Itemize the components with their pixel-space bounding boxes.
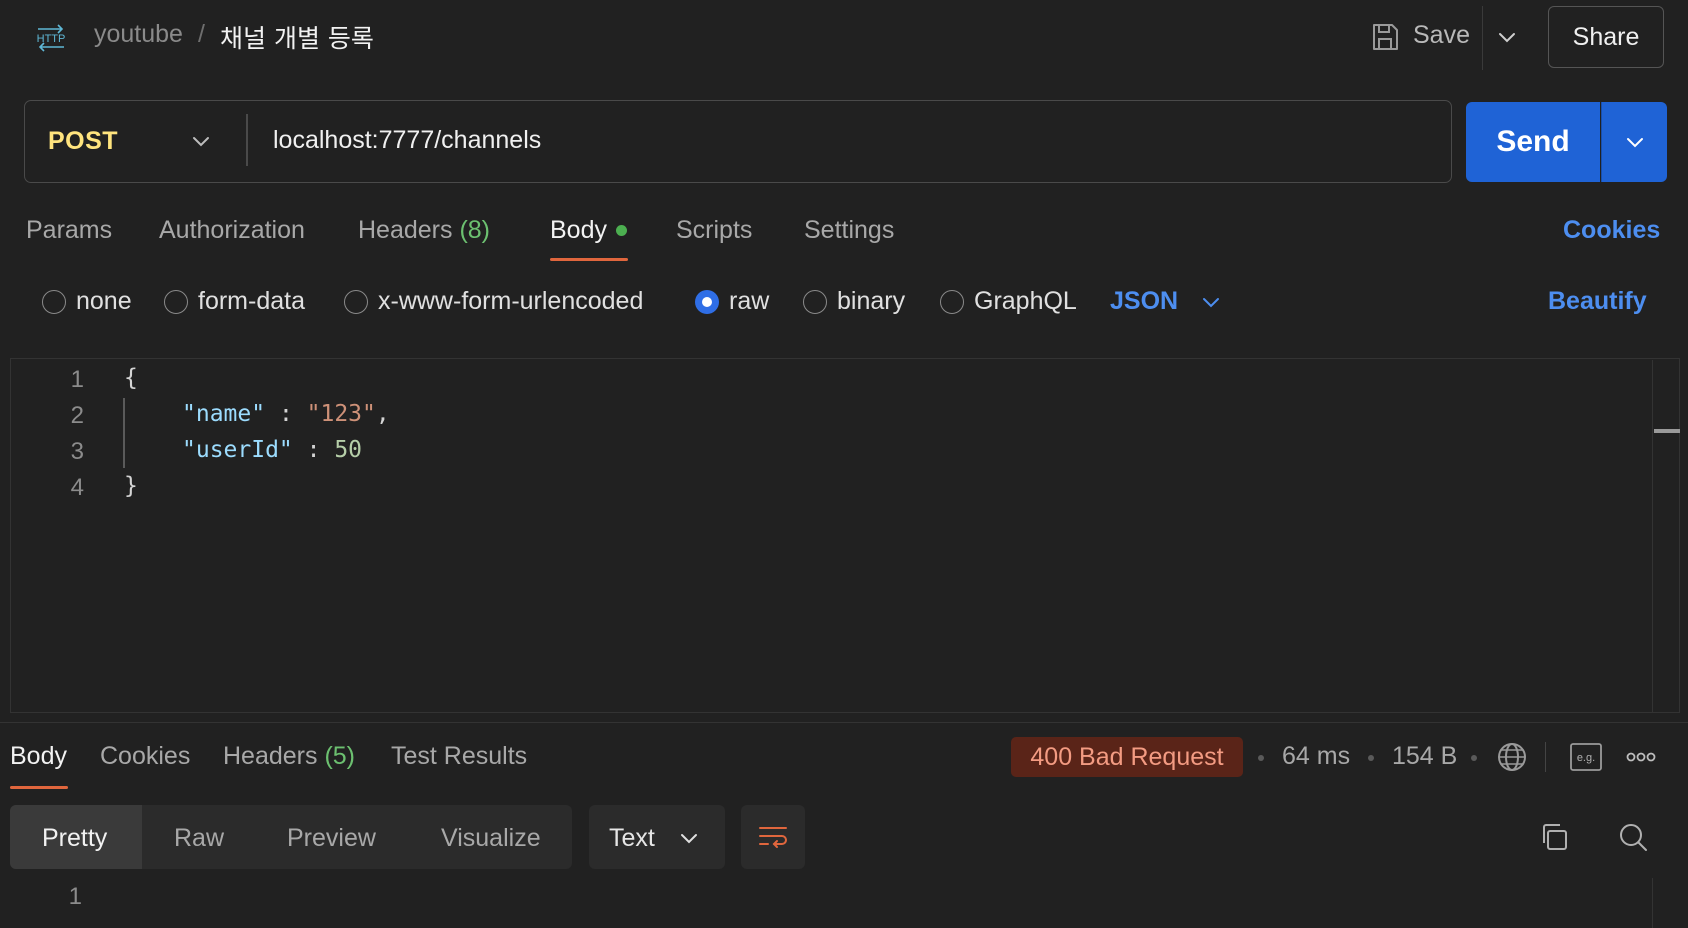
chevron-down-icon[interactable] <box>1494 24 1520 50</box>
line-number: 2 <box>70 402 84 429</box>
radio-none[interactable] <box>42 290 66 314</box>
active-tab-indicator <box>550 258 628 261</box>
url-bar <box>24 100 1452 183</box>
view-visualize[interactable]: Visualize <box>441 824 541 853</box>
radio-urlencoded-label[interactable]: x-www-form-urlencoded <box>378 287 643 316</box>
save-divider <box>1482 6 1483 70</box>
response-tab-headers-count: (5) <box>324 742 356 770</box>
copy-icon[interactable] <box>1538 821 1570 853</box>
active-tab-indicator <box>10 786 68 789</box>
json-key: "userId" <box>182 437 293 463</box>
tab-scripts[interactable]: Scripts <box>676 216 752 245</box>
http-badge-text: HTTP <box>37 33 66 45</box>
code-open-brace: { <box>124 365 138 391</box>
save-button[interactable]: Save <box>1413 21 1470 50</box>
line-number: 4 <box>70 474 84 501</box>
response-tab-headers[interactable]: Headers (5) <box>223 742 355 771</box>
eg-icon-label: e.g. <box>1577 752 1595 764</box>
meta-divider <box>1545 742 1546 772</box>
radio-none-label[interactable]: none <box>76 287 132 316</box>
radio-graphql-label[interactable]: GraphQL <box>974 287 1077 316</box>
radio-form-data-label[interactable]: form-data <box>198 287 305 316</box>
cookies-link[interactable]: Cookies <box>1563 216 1660 245</box>
radio-binary[interactable] <box>803 290 827 314</box>
url-divider <box>246 114 248 166</box>
editor-scrollbar-thumb[interactable] <box>1654 429 1680 433</box>
response-scrollbar-track[interactable] <box>1652 878 1653 928</box>
radio-binary-label[interactable]: binary <box>837 287 905 316</box>
send-options-button[interactable] <box>1601 102 1667 182</box>
line-number: 3 <box>70 438 84 465</box>
status-badge[interactable]: 400 Bad Request <box>1011 737 1243 777</box>
radio-urlencoded[interactable] <box>344 290 368 314</box>
response-time[interactable]: 64 ms <box>1282 742 1350 771</box>
chevron-down-icon <box>1626 138 1643 148</box>
search-icon[interactable] <box>1617 821 1649 853</box>
view-preview[interactable]: Preview <box>287 824 376 853</box>
meta-separator-dot <box>1258 755 1264 761</box>
body-modified-dot <box>616 225 627 236</box>
breadcrumb-separator: / <box>198 20 205 48</box>
json-number-value: 50 <box>334 437 363 463</box>
indent-guide <box>123 398 125 468</box>
tab-headers[interactable]: Headers (8) <box>358 216 490 245</box>
pane-divider[interactable] <box>0 722 1688 723</box>
eg-icon[interactable]: e.g. <box>1570 743 1602 771</box>
tab-headers-count: (8) <box>459 216 491 244</box>
json-comma: , <box>375 401 390 427</box>
tab-settings[interactable]: Settings <box>804 216 894 245</box>
code-close-brace: } <box>124 473 138 499</box>
radio-raw-label[interactable]: raw <box>729 287 769 316</box>
http-icon: HTTP <box>37 24 66 52</box>
response-format-label[interactable]: Text <box>609 824 655 853</box>
meta-separator-dot <box>1471 755 1477 761</box>
view-raw[interactable]: Raw <box>174 824 224 853</box>
tab-params[interactable]: Params <box>26 216 112 245</box>
response-tab-test-results[interactable]: Test Results <box>391 742 527 771</box>
language-select[interactable]: JSON <box>1110 287 1178 316</box>
share-button[interactable]: Share <box>1548 6 1664 68</box>
chevron-down-icon[interactable] <box>188 128 214 154</box>
more-icon[interactable] <box>1626 748 1656 766</box>
response-size[interactable]: 154 B <box>1392 742 1457 771</box>
request-name[interactable]: 채널 개별 등록 <box>220 19 374 55</box>
json-colon: : <box>265 401 307 427</box>
editor-scrollbar-track[interactable] <box>1652 360 1653 712</box>
response-tab-cookies[interactable]: Cookies <box>100 742 190 771</box>
view-pretty[interactable]: Pretty <box>42 824 107 853</box>
line-number: 1 <box>70 366 84 393</box>
response-line-number: 1 <box>68 883 82 910</box>
response-tab-headers-label: Headers <box>223 742 318 770</box>
url-input[interactable]: localhost:7777/channels <box>273 126 541 155</box>
chevron-down-icon[interactable] <box>676 825 702 851</box>
save-icon[interactable] <box>1369 21 1401 53</box>
send-button[interactable]: Send <box>1466 102 1600 182</box>
radio-form-data[interactable] <box>164 290 188 314</box>
globe-icon[interactable] <box>1496 741 1528 773</box>
tab-body[interactable]: Body <box>550 216 607 245</box>
code-line: "userId" : 50 <box>182 437 362 463</box>
chevron-down-icon[interactable] <box>1198 289 1224 315</box>
wrap-lines-icon <box>759 827 787 848</box>
meta-separator-dot <box>1368 755 1374 761</box>
breadcrumb-collection[interactable]: youtube <box>94 20 183 49</box>
radio-raw[interactable] <box>695 290 719 314</box>
json-string-value: "123" <box>306 401 376 427</box>
tab-authorization[interactable]: Authorization <box>159 216 305 245</box>
response-tab-body[interactable]: Body <box>10 742 67 771</box>
code-line: "name" : "123", <box>182 401 390 427</box>
method-select[interactable]: POST <box>48 127 118 156</box>
json-colon: : <box>292 437 335 463</box>
radio-graphql[interactable] <box>940 290 964 314</box>
beautify-link[interactable]: Beautify <box>1548 287 1647 316</box>
tab-headers-label: Headers <box>358 216 453 244</box>
json-key: "name" <box>182 401 266 427</box>
